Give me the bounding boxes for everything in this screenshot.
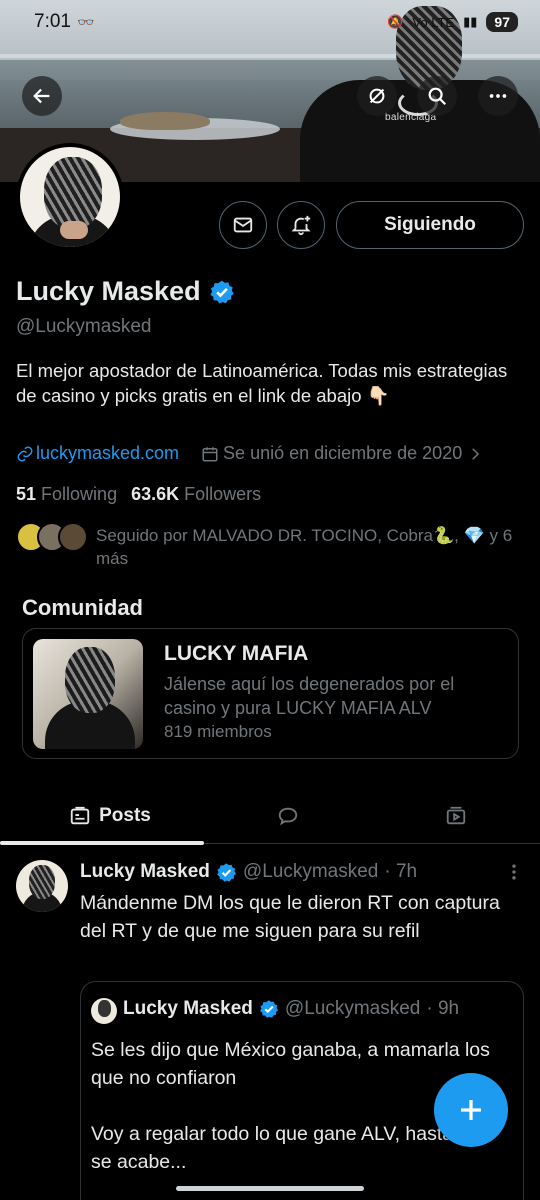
joined-text: Se unió en diciembre de 2020 (223, 443, 463, 463)
bell-plus-icon (291, 215, 311, 236)
community-image-mask (65, 647, 115, 713)
followed-by-text[interactable]: Seguido por MALVADO DR. TOCINO, Cobra🐍, … (96, 524, 526, 570)
following-count: 51 (16, 484, 37, 504)
community-members: 819 miembros (164, 722, 272, 741)
tab-media[interactable] (430, 788, 482, 844)
battery-badge: 97 (486, 12, 518, 32)
quote-header: Lucky Masked @Luckymasked · 9h (123, 998, 459, 1020)
compose-post-button[interactable] (434, 1073, 508, 1147)
post-text: Mándenme DM los que le dieron RT con cap… (80, 892, 500, 942)
chevron-right-icon (472, 447, 480, 460)
profile-meta: luckymasked.com Se unió en diciembre de … (16, 443, 484, 464)
calendar-icon (202, 446, 218, 461)
website-link[interactable]: luckymasked.com (16, 443, 179, 464)
network-label: Vo LTE (412, 14, 455, 30)
notifications-button[interactable] (277, 201, 325, 249)
mute-icon: 🔕 (387, 14, 404, 29)
followers-count: 63.6K (131, 484, 180, 504)
followers-stat[interactable]: 63.6K Followers (131, 484, 261, 505)
follow-stats: 51 Following 63.6K Followers (16, 484, 261, 505)
community-card[interactable]: LUCKY MAFIA Jálense aquí los degenerados… (22, 628, 519, 759)
post-more-icon[interactable] (504, 862, 524, 882)
profile-handle: @Luckymasked (16, 316, 152, 337)
community-name: LUCKY MAFIA (164, 642, 309, 665)
status-bar: 7:01 👓 🔕 Vo LTE ▮▮ 97 (0, 0, 540, 44)
status-time: 7:01 (34, 11, 71, 32)
community-section-title: Comunidad (22, 595, 143, 620)
grok-icon (369, 88, 385, 104)
glasses-icon: 👓 (76, 13, 95, 30)
website-text: luckymasked.com (36, 443, 180, 463)
profile-avatar[interactable] (16, 143, 124, 251)
following-label: Following (41, 484, 118, 504)
quote-time: · 9h (426, 998, 460, 1019)
signal-icon: ▮▮ (463, 14, 478, 29)
tab-replies[interactable] (262, 788, 314, 844)
tab-posts[interactable]: Posts (40, 788, 180, 844)
link-icon (17, 446, 33, 461)
post-author-handle[interactable]: @Luckymasked (243, 861, 378, 883)
post-avatar-mask (29, 865, 55, 899)
community-image (33, 639, 143, 749)
post-author-name[interactable]: Lucky Masked (80, 861, 210, 883)
post-time: · 7h (384, 861, 418, 882)
community-description: Jálense aquí los degenerados por el casi… (164, 674, 455, 718)
posts-icon (70, 806, 90, 825)
quote-avatar-mask (98, 1000, 111, 1017)
reply-bubble-icon (278, 807, 298, 826)
verified-badge-icon (217, 862, 236, 882)
following-stat[interactable]: 51 Following (16, 484, 117, 505)
follower-avatar (58, 522, 88, 552)
profile-name-row: Lucky Masked (16, 276, 235, 307)
search-button[interactable] (417, 76, 457, 116)
more-dots-icon (489, 94, 507, 98)
quote-author-avatar (91, 998, 117, 1024)
video-icon (446, 806, 466, 825)
followed-by-avatars[interactable] (16, 522, 88, 552)
home-indicator[interactable] (176, 1186, 364, 1191)
active-tab-indicator (0, 841, 204, 845)
envelope-icon (233, 217, 253, 233)
profile-name: Lucky Masked (16, 276, 201, 306)
search-icon (428, 87, 447, 106)
grok-button[interactable] (357, 76, 397, 116)
verified-badge-icon[interactable] (209, 279, 235, 305)
post-author-avatar[interactable] (16, 860, 68, 912)
tab-posts-label: Posts (99, 805, 151, 826)
plus-icon (461, 1100, 481, 1120)
back-arrow-icon (33, 88, 50, 104)
quote-author-name: Lucky Masked (123, 998, 253, 1019)
banner-bowl (120, 112, 210, 130)
avatar-mask (44, 157, 102, 229)
joined-date[interactable]: Se unió en diciembre de 2020 (201, 443, 484, 464)
avatar-hands (60, 221, 88, 239)
verified-badge-icon (259, 1000, 278, 1018)
profile-bio: El mejor apostador de Latinoamérica. Tod… (16, 360, 508, 406)
more-options-button[interactable] (478, 76, 518, 116)
quote-author-handle: @Luckymasked (284, 998, 421, 1019)
post-header: Lucky Masked @Luckymasked · 7h (80, 861, 417, 883)
following-button[interactable]: Siguiendo (336, 201, 524, 249)
followers-label: Followers (184, 484, 262, 504)
back-button[interactable] (22, 76, 62, 116)
profile-tabs: Posts (0, 788, 540, 844)
message-button[interactable] (219, 201, 267, 249)
